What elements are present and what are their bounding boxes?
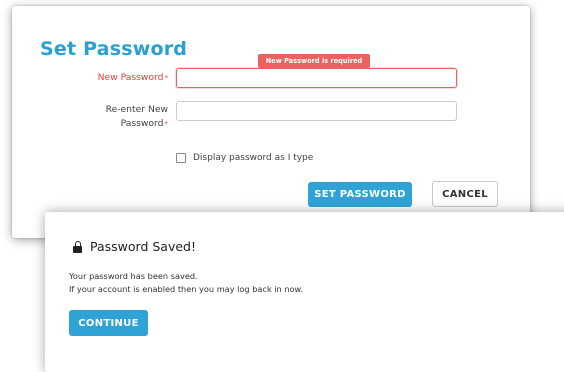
password-saved-heading: Password Saved!: [73, 239, 196, 254]
error-tooltip: New Password is required: [258, 54, 370, 72]
reenter-password-label: Re-enter New Password*: [105, 104, 169, 129]
saved-message-line1: Your password has been saved.: [69, 271, 198, 281]
required-marker: *: [164, 120, 169, 128]
display-password-option[interactable]: Display password as I type: [176, 153, 313, 163]
set-password-title: Set Password: [40, 38, 188, 60]
reenter-password-input[interactable]: [176, 101, 457, 121]
set-password-button[interactable]: SET PASSWORD: [308, 182, 412, 207]
new-password-label: New Password*: [97, 72, 169, 83]
password-saved-title: Password Saved!: [90, 239, 196, 254]
continue-button[interactable]: CONTINUE: [69, 310, 148, 336]
display-password-label: Display password as I type: [193, 153, 314, 163]
saved-message-line2: If your account is enabled then you may …: [69, 284, 304, 294]
required-marker: *: [164, 74, 169, 82]
display-password-checkbox[interactable]: [176, 153, 186, 163]
cancel-button[interactable]: CANCEL: [432, 181, 498, 207]
error-tooltip-text: New Password is required: [265, 57, 363, 65]
new-password-input[interactable]: [176, 68, 457, 88]
lock-icon: [73, 240, 82, 253]
